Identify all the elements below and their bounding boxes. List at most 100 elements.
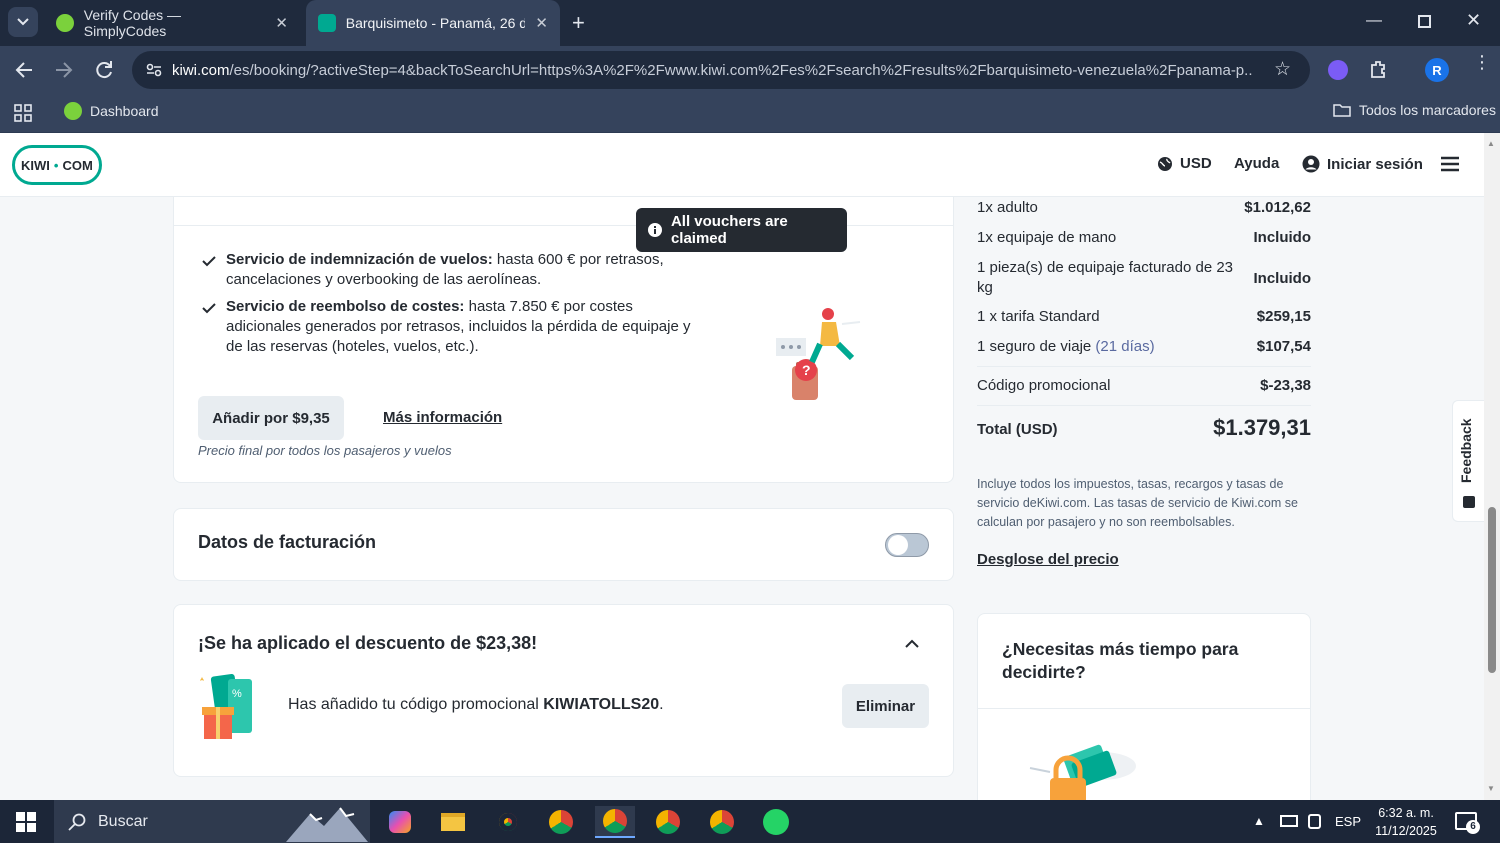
user-icon (1302, 155, 1320, 173)
link-label: Más información (383, 409, 503, 426)
price-disclaimer: Incluye todos los impuestos, tasas, reca… (977, 477, 1298, 529)
chevron-up-icon[interactable] (905, 639, 919, 648)
insurance-item-compensation: Servicio de indemnización de vuelos: has… (226, 251, 664, 288)
clock-time: 6:32 a. m. (1378, 806, 1434, 820)
insurance-days: (21 días) (1095, 338, 1155, 355)
forward-icon[interactable] (55, 61, 73, 79)
scroll-up-arrow-icon[interactable]: ▲ (1487, 139, 1495, 148)
tab-search-button[interactable] (8, 7, 38, 37)
summary-row: 1x equipaje de mano Incluido (977, 229, 1311, 246)
vouchers-toast: All vouchers are claimed (636, 208, 847, 252)
total-value: $1.379,31 (1213, 415, 1311, 440)
taskbar-chrome-profile-d-icon[interactable] (541, 806, 581, 838)
price-lock-illustration (1029, 744, 1136, 800)
billing-card: Datos de facturación (173, 508, 954, 581)
discount-card: ¡Se ha aplicado el descuento de $23,38! … (173, 604, 954, 777)
divider (977, 366, 1311, 367)
tray-chevron-up-icon[interactable]: ▲ (1253, 814, 1265, 828)
site-header: KIWI • COM USD Ayuda Iniciar sesión (0, 133, 1484, 197)
extensions-puzzle-icon[interactable] (1369, 59, 1389, 79)
search-icon (68, 813, 86, 831)
taskbar-search[interactable]: Buscar (54, 800, 370, 843)
tray-device-icon[interactable] (1308, 814, 1321, 829)
link-label: Desglose del precio (977, 551, 1119, 568)
add-insurance-button[interactable]: Añadir por $9,35 (198, 396, 344, 440)
button-label: Añadir por $9,35 (212, 409, 330, 427)
minimize-icon[interactable]: — (1366, 12, 1382, 30)
kiwi-favicon-icon (318, 14, 336, 32)
scroll-down-arrow-icon[interactable]: ▼ (1487, 784, 1495, 793)
summary-row: 1 x tarifa Standard $259,15 (977, 308, 1311, 325)
summary-row: 1 pieza(s) de equipaje facturado de 23 k… (977, 259, 1311, 296)
taskbar-chrome-3-icon[interactable] (702, 806, 742, 838)
tray-language[interactable]: ESP (1335, 814, 1361, 829)
bookmark-star-icon[interactable]: ☆ (1274, 58, 1291, 81)
hamburger-menu-icon[interactable] (1441, 156, 1459, 172)
taskbar-chrome-icon[interactable] (488, 806, 528, 838)
notifications-icon[interactable]: 6 (1455, 812, 1480, 834)
tray-display-icon[interactable] (1280, 815, 1298, 827)
close-tab-icon[interactable]: ✕ (275, 14, 288, 32)
chevron-down-icon (17, 18, 29, 26)
address-bar[interactable]: kiwi.com/es/booking/?activeStep=4&backTo… (132, 51, 1310, 89)
check-icon (202, 303, 216, 314)
summary-row: 1 seguro de viaje (21 días) $107,54 (977, 338, 1311, 355)
svg-text:%: % (232, 688, 242, 700)
new-tab-button[interactable]: + (572, 10, 585, 36)
taskbar-copilot-icon[interactable] (380, 806, 420, 838)
insurance-item-reimbursement: Servicio de reembolso de costes: hasta 7… (226, 298, 691, 355)
tab-kiwi[interactable]: Barquisimeto - Panamá, 26 de ✕ (306, 0, 560, 46)
reload-icon[interactable] (94, 60, 114, 80)
login-label: Iniciar sesión (1327, 155, 1423, 173)
total-label: Total (USD) (977, 421, 1058, 438)
more-info-link[interactable]: Más información (383, 409, 502, 426)
logo-text: KIWI (21, 157, 50, 173)
currency-selector[interactable]: USD (1157, 155, 1212, 172)
info-icon (648, 223, 662, 237)
feedback-tab[interactable]: Feedback (1452, 400, 1484, 522)
login-button[interactable]: Iniciar sesión (1302, 155, 1423, 173)
back-icon[interactable] (15, 61, 33, 79)
globe-icon (1158, 156, 1172, 171)
more-time-title: ¿Necesitas más tiempo para decidirte? (1002, 639, 1239, 682)
all-bookmarks[interactable]: Todos los marcadores (1333, 102, 1496, 118)
help-label: Ayuda (1234, 155, 1280, 172)
billing-title: Datos de facturación (198, 532, 377, 552)
divider (977, 405, 1311, 406)
extension-simplycodes-icon[interactable] (1328, 60, 1348, 80)
windows-start-icon[interactable] (16, 812, 36, 832)
apps-grid-icon[interactable] (14, 104, 32, 122)
dashboard-favicon-icon (64, 102, 82, 120)
notification-count: 6 (1466, 820, 1480, 834)
browser-menu-icon[interactable]: ⋮ (1473, 53, 1491, 71)
site-settings-icon[interactable] (146, 63, 162, 77)
page-scrollbar[interactable]: ▲ ▼ (1484, 133, 1500, 800)
promo-gift-illustration: % (200, 673, 252, 739)
scrollbar-thumb[interactable] (1488, 507, 1496, 673)
promo-code: KIWIATOLLS20 (543, 696, 660, 713)
bookmark-label: Dashboard (90, 103, 159, 119)
price-freeze-card: ¿Necesitas más tiempo para decidirte? (977, 613, 1311, 800)
price-breakdown-link[interactable]: Desglose del precio (977, 551, 1119, 568)
url-text[interactable]: kiwi.com/es/booking/?activeStep=4&backTo… (172, 62, 1252, 79)
close-tab-icon[interactable]: ✕ (535, 14, 548, 32)
close-window-icon[interactable]: ✕ (1466, 10, 1481, 31)
bookmarks-bar: Dashboard Todos los marcadores (0, 94, 1500, 133)
remove-promo-button[interactable]: Eliminar (842, 684, 929, 728)
tray-clock[interactable]: 6:32 a. m. 11/12/2025 (1368, 804, 1444, 840)
restore-icon[interactable] (1418, 15, 1431, 28)
search-placeholder: Buscar (98, 812, 148, 830)
profile-avatar[interactable]: R (1425, 58, 1449, 82)
tab-simplycodes[interactable]: Verify Codes — SimplyCodes ✕ (44, 0, 300, 46)
tab-title: Barquisimeto - Panamá, 26 de (345, 15, 526, 31)
taskbar-chrome-profile-r-icon[interactable] (595, 806, 635, 838)
help-link[interactable]: Ayuda (1234, 155, 1279, 172)
billing-toggle[interactable] (885, 533, 929, 557)
taskbar-whatsapp-icon[interactable] (756, 806, 796, 838)
svg-text:?: ? (802, 362, 811, 378)
summary-row: 1x adulto $1.012,62 (977, 199, 1311, 216)
kiwi-logo[interactable]: KIWI • COM (12, 145, 102, 185)
taskbar-file-explorer-icon[interactable] (433, 806, 473, 838)
taskbar-chrome-2-icon[interactable] (648, 806, 688, 838)
bookmark-dashboard[interactable]: Dashboard (64, 102, 159, 120)
